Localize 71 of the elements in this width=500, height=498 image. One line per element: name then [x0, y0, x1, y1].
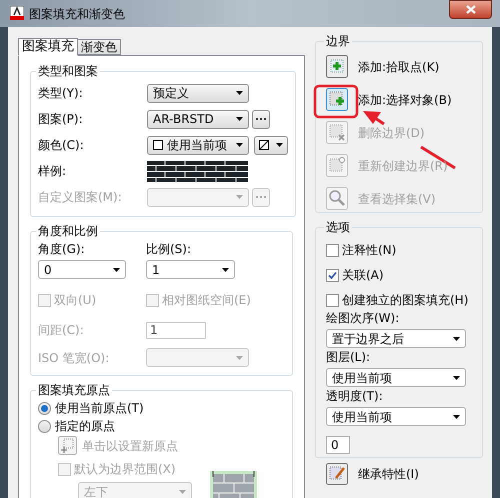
group-title: 角度和比例	[37, 223, 99, 240]
field-label: 默认为边界范围(X)	[74, 461, 176, 478]
close-button[interactable]	[449, 0, 492, 19]
field-label: 间距(C):	[38, 323, 84, 337]
no-fill-icon	[259, 140, 269, 150]
field-label: 图案(P):	[38, 112, 83, 126]
boundary-button[interactable]: 添加:选择对象(B)	[326, 88, 482, 111]
highlight-frame	[314, 84, 358, 118]
caret-icon	[179, 490, 186, 494]
caret-icon	[236, 356, 243, 360]
boundary-button[interactable]: 添加:拾取点(K)	[326, 55, 482, 78]
field-label: ISO 笔宽(O):	[38, 350, 110, 364]
group-title: 图案填充原点	[37, 382, 111, 399]
hatch-plus-icon	[326, 88, 348, 111]
dropdown[interactable]	[254, 136, 288, 154]
field-label: 指定的原点	[55, 418, 115, 435]
dropdown[interactable]: 使用当前项	[326, 407, 466, 426]
field-label: 图层(L):	[326, 350, 370, 364]
dropdown[interactable]: 使用当前项	[326, 368, 466, 387]
field-label: 注释性(N)	[342, 242, 396, 259]
field-label: 样例:	[38, 164, 66, 178]
caret-icon	[276, 143, 283, 147]
window-title: 图案填充和渐变色	[29, 6, 125, 23]
dropdown[interactable]: 使用当前项	[147, 136, 249, 154]
caret-icon	[236, 195, 243, 199]
group-title: 类型和图案	[37, 63, 99, 80]
checkbox[interactable]	[326, 294, 339, 306]
radio-button[interactable]	[38, 402, 51, 414]
checkbox[interactable]	[326, 268, 339, 282]
field-label: 角度(G):	[38, 242, 85, 256]
caret-icon	[453, 376, 460, 380]
dropdown[interactable]: 1	[146, 260, 235, 279]
checkbox[interactable]	[326, 244, 339, 256]
caret-icon	[236, 143, 243, 147]
dropdown[interactable]: 0	[38, 260, 126, 279]
caret-icon	[453, 414, 460, 418]
brush-icon	[326, 463, 348, 485]
dropdown[interactable]: AR-BRSTD	[147, 110, 249, 128]
caret-icon	[222, 268, 229, 272]
caret-icon	[236, 91, 243, 95]
field-label: 相对图纸空间(E)	[162, 292, 251, 309]
browse-button[interactable]	[252, 110, 270, 128]
search-icon	[326, 187, 348, 210]
input-field[interactable]: 0	[326, 436, 350, 454]
color-swatch-icon	[153, 140, 163, 150]
field-label: 自定义图案(M):	[38, 190, 122, 204]
group-title: 边界	[325, 33, 351, 50]
tab[interactable]: 图案填充	[18, 38, 78, 56]
hatch-plus-icon	[326, 55, 348, 78]
dropdown[interactable]: 预定义	[147, 84, 249, 102]
caret-icon	[236, 117, 243, 121]
field-label: 创建独立的图案填充(H)	[342, 292, 468, 309]
hatch-cross-icon	[326, 121, 348, 144]
app-icon	[10, 6, 24, 20]
dropdown[interactable]: 置于边界之后	[326, 329, 466, 348]
field-label: 双向(U)	[54, 292, 96, 309]
close-icon	[466, 5, 476, 14]
field-label: 绘图次序(W):	[326, 311, 400, 325]
group-title: 选项	[325, 219, 351, 236]
field-label: 使用当前原点(T)	[55, 400, 144, 417]
caret-icon	[453, 336, 460, 340]
caret-icon	[113, 268, 120, 272]
field-label: 比例(S):	[146, 242, 192, 256]
tab[interactable]: 渐变色	[78, 39, 121, 55]
field-label: 类型(Y):	[38, 86, 83, 100]
radio-button[interactable]	[38, 420, 51, 432]
field-label: 关联(A)	[342, 267, 384, 284]
field-label: 颜色(C):	[38, 138, 84, 152]
crosshair-icon	[58, 436, 77, 455]
inherit-properties-button[interactable]: 继承特性(I)	[326, 463, 483, 485]
field-label: 透明度(T):	[326, 389, 383, 403]
